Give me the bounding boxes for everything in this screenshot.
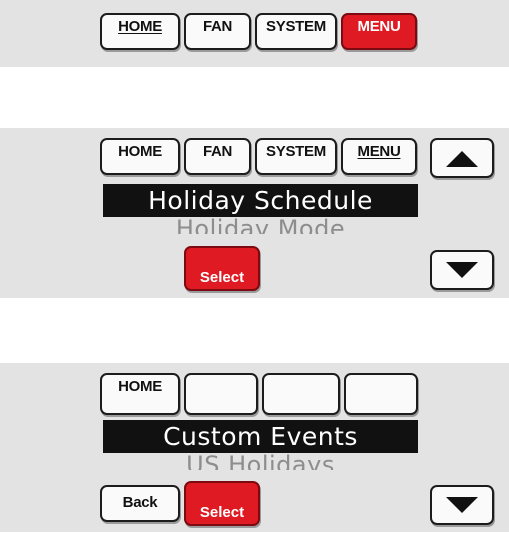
back-button[interactable]: Back xyxy=(100,485,180,522)
system-button[interactable]: SYSTEM xyxy=(255,138,337,175)
scroll-down-button[interactable] xyxy=(430,250,494,290)
scroll-up-button[interactable] xyxy=(430,138,494,178)
home-button-label: HOME xyxy=(118,18,162,35)
home-button[interactable]: HOME xyxy=(100,373,180,415)
fan-button[interactable]: FAN xyxy=(184,138,251,175)
menu-button-label: MENU xyxy=(357,143,401,160)
blank-button-2[interactable] xyxy=(262,373,340,415)
menu-button-label: MENU xyxy=(357,18,401,35)
thermostat-screen-holiday: HOME Custom Events US Holidays Back Sele… xyxy=(0,363,509,532)
select-button[interactable]: Select xyxy=(184,246,260,291)
select-button[interactable]: Select xyxy=(184,481,260,526)
menu-item-selected[interactable]: Holiday Schedule xyxy=(103,184,418,217)
fan-button-label: FAN xyxy=(202,18,233,35)
menu-item-selected[interactable]: Custom Events xyxy=(103,420,418,453)
system-button[interactable]: SYSTEM xyxy=(255,13,337,50)
home-button-label: HOME xyxy=(118,378,162,395)
scroll-down-button[interactable] xyxy=(430,485,494,525)
down-arrow-icon xyxy=(446,262,478,278)
menu-button[interactable]: MENU xyxy=(341,138,417,175)
menu-item-selected-label: Custom Events xyxy=(163,422,358,451)
select-button-label: Select xyxy=(199,504,245,521)
menu-item-selected-label: Holiday Schedule xyxy=(148,186,373,215)
blank-button-3[interactable] xyxy=(344,373,418,415)
blank-button-1[interactable] xyxy=(184,373,258,415)
home-button[interactable]: HOME xyxy=(100,13,180,50)
menu-item-next[interactable]: Holiday Mode xyxy=(103,218,418,234)
select-button-label: Select xyxy=(199,269,245,286)
fan-button[interactable]: FAN xyxy=(184,13,251,50)
menu-item-next-label: US Holidays xyxy=(186,454,335,470)
down-arrow-icon xyxy=(446,497,478,513)
menu-item-next-label: Holiday Mode xyxy=(175,218,346,234)
system-button-label: SYSTEM xyxy=(266,143,326,160)
home-button-label: HOME xyxy=(118,143,162,160)
system-button-label: SYSTEM xyxy=(266,18,326,35)
thermostat-screen-menu: HOME FAN SYSTEM MENU Holiday Schedule Ho… xyxy=(0,128,509,298)
menu-item-next[interactable]: US Holidays xyxy=(103,454,418,470)
menu-button[interactable]: MENU xyxy=(341,13,417,50)
fan-button-label: FAN xyxy=(202,143,233,160)
up-arrow-icon xyxy=(446,151,478,167)
home-button[interactable]: HOME xyxy=(100,138,180,175)
thermostat-screen-top-nav: HOME FAN SYSTEM MENU xyxy=(0,0,509,67)
back-button-label: Back xyxy=(122,494,158,511)
